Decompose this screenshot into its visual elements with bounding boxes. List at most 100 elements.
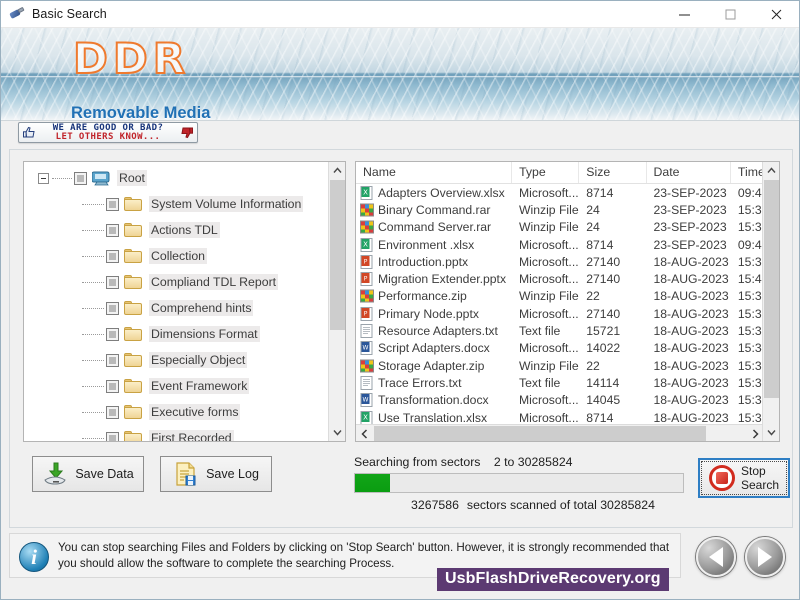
file-row[interactable]: Performance.zip Winzip File 22 18-AUG-2023 1… [356, 288, 779, 305]
file-row[interactable]: W Script Adapters.docx Microsoft... 14022 18… [356, 340, 779, 357]
tree-row[interactable]: Dimensions Format [24, 321, 345, 347]
tree-checkbox[interactable] [106, 379, 119, 393]
feedback-badge[interactable]: WE ARE GOOD OR BAD? LET OTHERS KNOW... [18, 122, 198, 143]
tree-row[interactable]: Comprehend hints [24, 295, 345, 321]
tree-row[interactable]: Event Framework [24, 373, 345, 399]
list-scroll-down-button[interactable] [763, 424, 779, 441]
save-to-disk-icon [42, 461, 68, 487]
tree-checkbox[interactable] [106, 249, 119, 263]
banner-subtitle: Removable Media [71, 104, 211, 120]
maximize-button[interactable] [707, 1, 753, 28]
column-header-size[interactable]: Size [579, 162, 647, 183]
tree-checkbox[interactable] [74, 171, 87, 185]
main-panel: Root System Volume Information Actions TDL… [9, 149, 793, 528]
tree-row[interactable]: Compliand TDL Report [24, 269, 345, 295]
word-file-icon: W [360, 393, 374, 408]
close-button[interactable] [753, 1, 799, 28]
minimize-button[interactable] [661, 1, 707, 28]
file-row[interactable]: Trace Errors.txt Text file 14114 18-AUG-202… [356, 374, 779, 391]
file-row[interactable]: P Introduction.pptx Microsoft... 27140 18-AU… [356, 253, 779, 270]
file-row[interactable]: Binary Command.rar Winzip File 24 23-SEP-20… [356, 201, 779, 218]
tree-checkbox[interactable] [106, 431, 119, 441]
file-row[interactable]: W Transformation.docx Microsoft... 14045 18-… [356, 392, 779, 409]
file-date-cell: 18-AUG-2023 [653, 254, 729, 269]
hscroll-thumb[interactable] [374, 426, 706, 441]
file-row[interactable]: P Primary Node.pptx Microsoft... 27140 18-AU… [356, 305, 779, 322]
file-name-cell: W Transformation.docx [356, 393, 512, 408]
tree-scroll-down-button[interactable] [329, 424, 345, 441]
file-row[interactable]: Resource Adapters.txt Text file 15721 18-AU… [356, 322, 779, 339]
tree-checkbox[interactable] [106, 275, 119, 289]
tree-row[interactable]: Especially Object [24, 347, 345, 373]
file-row[interactable]: Command Server.rar Winzip File 24 23-SEP-20… [356, 219, 779, 236]
previous-button[interactable] [696, 537, 736, 577]
hscroll-left-button[interactable] [356, 425, 373, 441]
list-scroll-thumb[interactable] [764, 180, 779, 398]
tree-checkbox[interactable] [106, 405, 119, 419]
file-size-cell: 24 [586, 202, 600, 217]
file-type-cell: Winzip File [519, 220, 579, 235]
tree-row[interactable]: System Volume Information [24, 191, 345, 217]
tree-row[interactable]: Collection [24, 243, 345, 269]
file-type-cell: Winzip File [519, 289, 579, 304]
feedback-line-2: LET OTHERS KNOW... [55, 131, 161, 142]
tree-row[interactable]: Executive forms [24, 399, 345, 425]
folder-icon [124, 275, 142, 289]
application-window: Basic Search DDR Removable Media WE ARE … [0, 0, 800, 600]
file-type-cell: Microsoft... [519, 237, 579, 252]
tree-row[interactable]: Actions TDL [24, 217, 345, 243]
folder-icon [124, 431, 142, 441]
progress-bar-fill [355, 474, 391, 492]
column-header-name[interactable]: Name [356, 162, 513, 183]
column-header-date[interactable]: Date [647, 162, 731, 183]
excel-file-icon: X [360, 237, 374, 252]
tree-checkbox[interactable] [106, 327, 119, 341]
tree-connector [82, 255, 104, 257]
tree-connector [82, 333, 104, 335]
folder-tree-panel[interactable]: Root System Volume Information Actions TDL… [23, 161, 346, 442]
progress-label: Searching from sectors [354, 455, 481, 469]
tree-checkbox[interactable] [106, 301, 119, 315]
tree-scroll-up-button[interactable] [329, 162, 345, 179]
feedback-text: WE ARE GOOD OR BAD? LET OTHERS KNOW... [37, 123, 179, 142]
tree-checkbox[interactable] [106, 353, 119, 367]
list-scroll-up-button[interactable] [763, 162, 779, 179]
file-row[interactable]: X Environment .xlsx Microsoft... 8714 23-SEP… [356, 236, 779, 253]
thumbs-down-icon [179, 125, 194, 140]
tree-checkbox[interactable] [106, 197, 119, 211]
file-list-panel[interactable]: Name Type Size Date Time X Adapters Overview.… [355, 161, 780, 442]
file-row[interactable]: P Migration Extender.pptx Microsoft... 2714… [356, 270, 779, 287]
next-button[interactable] [745, 537, 785, 577]
file-list-horizontal-scrollbar[interactable] [356, 424, 764, 441]
tree-row-root[interactable]: Root [24, 165, 345, 191]
info-icon: i [19, 542, 49, 572]
column-header-type[interactable]: Type [512, 162, 580, 183]
stop-search-line-1: Stop [740, 464, 766, 478]
file-size-cell: 14022 [586, 341, 621, 356]
tree-row-label: Collection [149, 248, 207, 264]
save-data-button[interactable]: Save Data [32, 456, 144, 492]
minus-box-icon[interactable] [38, 172, 49, 184]
folder-tree: Root System Volume Information Actions TDL… [24, 162, 345, 441]
save-log-button[interactable]: Save Log [160, 456, 272, 492]
tree-connector [82, 203, 104, 205]
svg-text:X: X [363, 240, 368, 248]
stop-search-button[interactable]: Stop Search [698, 458, 790, 498]
window-title: Basic Search [32, 7, 107, 21]
tree-vertical-scrollbar[interactable] [328, 162, 345, 441]
excel-file-icon: X [360, 410, 374, 425]
file-type-cell: Microsoft... [519, 341, 579, 356]
stop-search-label: Stop Search [741, 464, 779, 492]
file-name-cell: X Adapters Overview.xlsx [356, 185, 512, 200]
file-type-cell: Microsoft... [519, 410, 579, 425]
folder-icon [124, 197, 142, 211]
file-size-cell: 14114 [586, 375, 620, 390]
file-size-cell: 14045 [586, 393, 621, 408]
tree-checkbox[interactable] [106, 223, 119, 237]
file-row[interactable]: X Adapters Overview.xlsx Microsoft... 8714 2… [356, 184, 779, 201]
tree-row[interactable]: First Recorded [24, 425, 345, 441]
file-row[interactable]: Storage Adapter.zip Winzip File 22 18-AUG-2… [356, 357, 779, 374]
tree-scroll-thumb[interactable] [330, 180, 345, 330]
previous-arrow-icon [709, 547, 723, 567]
file-list-vertical-scrollbar[interactable] [762, 162, 779, 441]
